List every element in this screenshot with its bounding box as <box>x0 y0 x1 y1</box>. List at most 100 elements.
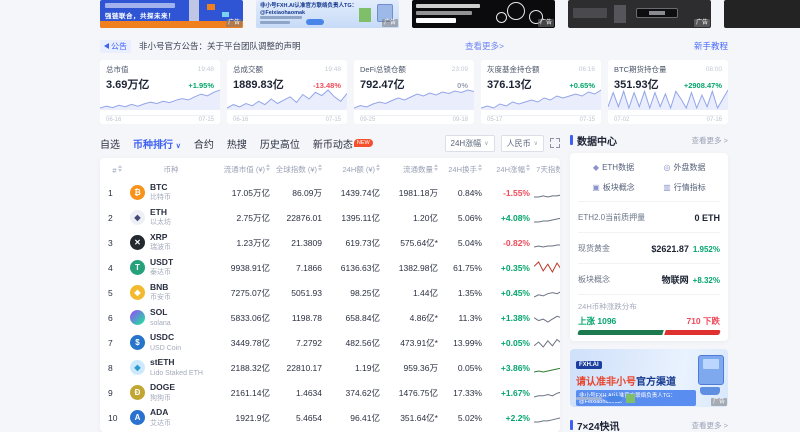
data-center-button-外盘数据[interactable]: ◎外盘数据 <box>649 162 720 173</box>
left-column: 自选币种排行 ∨合约热搜历史高位新币动态NEW24H涨幅∨人民币∨ #币种流通市… <box>100 132 560 432</box>
change-24h: -0.82% <box>484 230 532 255</box>
coin-row-stETH[interactable]: 8◆stETHLido Staked ETH2188.32亿22810.171.… <box>106 355 560 380</box>
coin-row-SOL[interactable]: 6SOLsolana5833.06亿1198.78658.84亿4.86亿*11… <box>106 305 560 330</box>
data-row-value: 物联网 <box>662 275 689 285</box>
qr-code <box>359 8 371 22</box>
coin-cell[interactable]: $USDCUSD Coin <box>128 330 214 355</box>
stat-card-5[interactable]: BTC期货持仓量08:00351.93亿+2908.47%07-0207-16 <box>608 60 728 124</box>
global-index: 86.09万 <box>272 180 324 205</box>
coin-row-USDC[interactable]: 7$USDCUSD Coin3449.78亿7.2792482.56亿473.9… <box>106 330 560 355</box>
dropdown-人民币[interactable]: 人民币∨ <box>501 135 544 152</box>
coin-row-ADA[interactable]: 10AADA艾达币1921.9亿5.465496.41亿351.64亿*5.02… <box>106 405 560 430</box>
column-header-全球指数 (¥)[interactable]: 全球指数 (¥) <box>272 158 324 180</box>
ad-graphic <box>614 5 626 23</box>
coin-cell[interactable]: ₿BTC比特币 <box>128 180 214 205</box>
coin-cell[interactable]: ◆BNB币安币 <box>128 280 214 305</box>
stat-card-1[interactable]: 总市值19:483.69万亿+1.95%06-1607-15 <box>100 60 220 124</box>
announcement-more-link[interactable]: 查看更多> <box>465 40 504 52</box>
rank: 6 <box>106 305 128 330</box>
market-cap: 2.75万亿 <box>214 205 272 230</box>
announcement-bar: 公告 非小号官方公告：关于平台团队调整的声明 查看更多> 新手教程 <box>100 38 728 54</box>
data-center-button-行情指标[interactable]: ▥行情指标 <box>649 182 720 193</box>
top-ad-banner-row: 强链联合，共探未来！广告非小号FXH.AI认准官方联络负责人TG：@Feixia… <box>100 0 800 28</box>
stat-date-range: 05-1707-15 <box>487 115 595 123</box>
ad-mini-elements <box>576 394 635 403</box>
外盘数据-icon: ◎ <box>664 163 671 172</box>
ad-banner-1[interactable]: 强链联合，共探未来！广告 <box>100 0 243 28</box>
column-header-流通数量[interactable]: 流通数量 <box>382 158 440 180</box>
stat-date-range: 06-1607-15 <box>233 115 341 123</box>
ad-banner-4[interactable]: 广告 <box>568 0 711 28</box>
column-header-24H额 (¥)[interactable]: 24H额 (¥) <box>324 158 382 180</box>
coin-cell[interactable]: AADA艾达币 <box>128 405 214 430</box>
coin-cell[interactable]: ✕XRP瑞波币 <box>128 230 214 255</box>
stat-mini-chart <box>354 88 474 110</box>
news-more-link[interactable]: 查看更多 > <box>692 420 728 431</box>
coin-row-DOGE[interactable]: 9ÐDOGE狗狗币2161.14亿1.4634374.62亿1476.75亿17… <box>106 380 560 405</box>
column-header-24H换手[interactable]: 24H换手 <box>440 158 484 180</box>
stat-timestamp: 23:09 <box>452 66 468 73</box>
column-header-24H涨幅[interactable]: 24H涨幅 <box>484 158 532 180</box>
stat-date-range: 06-1607-15 <box>106 115 214 123</box>
coin-symbol: SOL <box>150 307 167 317</box>
data-row-现货黄金[interactable]: 现货黄金$2621.871.952% <box>578 232 720 263</box>
volume-24h: 6136.63亿 <box>324 255 382 280</box>
coin-row-BNB[interactable]: 5◆BNB币安币7275.07亿5051.9398.25亿1.44亿1.35%+… <box>106 280 560 305</box>
stat-card-2[interactable]: 总成交额19:481889.83亿-13.48%06-1607-15 <box>227 60 347 124</box>
tab-自选[interactable]: 自选 <box>100 136 120 151</box>
column-header-流通市值 (¥)[interactable]: 流通市值 (¥) <box>214 158 272 180</box>
tab-合约[interactable]: 合约 <box>194 136 214 151</box>
ad-banner-5[interactable]: 广告 <box>724 0 800 28</box>
news-title: 7×24快讯 <box>577 418 620 432</box>
coin-name: solana <box>150 320 171 327</box>
coin-cell[interactable]: ◆ETH以太坊 <box>128 205 214 230</box>
tab-历史高位[interactable]: 历史高位 <box>260 136 300 151</box>
coin-cell[interactable]: SOL solana <box>128 305 214 330</box>
rank: 7 <box>106 330 128 355</box>
data-center-button-ETH数据[interactable]: ◆ETH数据 <box>578 162 649 173</box>
data-row-板块概念[interactable]: 板块概念物联网+8.32% <box>578 263 720 294</box>
sidebar-ad-banner[interactable]: FXH.AI 请认准非小号官方渠道 非小号FXH.AI认准官方联络负责人TG：@… <box>570 349 728 407</box>
coin-row-ETH[interactable]: 2◆ETH以太坊2.75万亿22876.011395.11亿1.20亿5.06%… <box>106 205 560 230</box>
rank: 8 <box>106 355 128 380</box>
announcement-text[interactable]: 非小号官方公告：关于平台团队调整的声明 <box>139 40 301 52</box>
ad-button <box>606 396 622 402</box>
stat-card-3[interactable]: DeFi总锁仓额23:09792.47亿0%09-2509-18 <box>354 60 474 124</box>
global-index: 7.1866 <box>272 255 324 280</box>
fullscreen-icon[interactable] <box>550 138 560 148</box>
stat-label: 灰度基金持仓额 <box>487 64 540 75</box>
ad-tag: 广告 <box>226 19 242 27</box>
coin-row-BTC[interactable]: 1₿BTC比特币17.05万亿86.09万1439.74亿1981.18万0.8… <box>106 180 560 205</box>
stat-card-4[interactable]: 灰度基金持仓额06:16376.13亿+0.65%05-1707-15 <box>481 60 601 124</box>
coin-cell[interactable]: TUSDT泰达币 <box>128 255 214 280</box>
beginner-tutorial-link[interactable]: 新手教程 <box>694 40 728 52</box>
data-row-change: +8.32% <box>693 276 720 285</box>
tab-币种排行[interactable]: 币种排行 ∨ <box>133 136 181 151</box>
circulating-supply: 351.64亿* <box>382 405 440 430</box>
dropdown-24H涨幅[interactable]: 24H涨幅∨ <box>445 135 495 152</box>
rank: 9 <box>106 380 128 405</box>
coin-row-USDT[interactable]: 4TUSDT泰达币9938.91亿7.18666136.63亿1382.98亿6… <box>106 255 560 280</box>
sort-icon <box>526 164 530 171</box>
coin-row-XRP[interactable]: 3✕XRP瑞波币1.23万亿21.3809619.73亿575.64亿*5.04… <box>106 230 560 255</box>
data-center-more-link[interactable]: 查看更多 > <box>692 135 728 146</box>
ad-banner-3[interactable]: 广告 <box>412 0 555 28</box>
ad-button <box>306 19 324 25</box>
tab-热搜[interactable]: 热搜 <box>227 136 247 151</box>
data-center-button-板块概念[interactable]: ▣板块概念 <box>578 182 649 193</box>
stat-mini-chart <box>100 88 220 110</box>
stat-timestamp: 19:48 <box>198 66 214 73</box>
ad-banner-2[interactable]: 非小号FXH.AI认准官方联络负责人TG：@Feixiaohaomak广告 <box>256 0 399 28</box>
ad-device <box>636 8 678 18</box>
tab-新币动态[interactable]: 新币动态NEW <box>313 136 373 151</box>
stat-mini-chart <box>608 88 728 110</box>
coin-cell[interactable]: ◆stETHLido Staked ETH <box>128 355 214 380</box>
sort-icon <box>434 164 438 171</box>
data-row-ETH2.0当前质押量[interactable]: ETH2.0当前质押量0 ETH <box>578 201 720 232</box>
行情指标-icon: ▥ <box>663 183 671 192</box>
column-header-#[interactable]: # <box>106 158 128 180</box>
fxhai-logo: FXH.AI <box>576 361 602 369</box>
coin-symbol: USDT <box>150 257 173 267</box>
coin-cell[interactable]: ÐDOGE狗狗币 <box>128 380 214 405</box>
sol-coin-icon <box>130 310 145 325</box>
